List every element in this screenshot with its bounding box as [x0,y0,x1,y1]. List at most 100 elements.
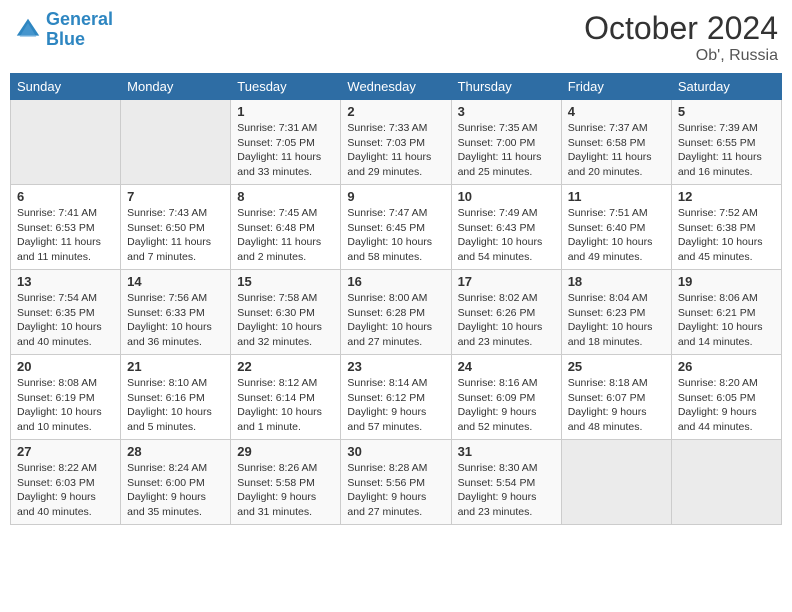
day-info: Sunrise: 8:00 AM Sunset: 6:28 PM Dayligh… [347,291,444,350]
empty-cell [121,100,231,185]
sunrise-text: Sunrise: 7:56 AM [127,292,207,304]
sunrise-text: Sunrise: 7:47 AM [347,207,427,219]
calendar-week-row: 27 Sunrise: 8:22 AM Sunset: 6:03 PM Dayl… [11,440,782,525]
sunrise-text: Sunrise: 7:51 AM [568,207,648,219]
day-number: 30 [347,444,444,459]
day-info: Sunrise: 8:08 AM Sunset: 6:19 PM Dayligh… [17,376,114,435]
calendar-day-cell: 21 Sunrise: 8:10 AM Sunset: 6:16 PM Dayl… [121,355,231,440]
sunrise-text: Sunrise: 8:08 AM [17,377,97,389]
sunset-text: Sunset: 6:03 PM [17,477,95,489]
sunrise-text: Sunrise: 8:28 AM [347,462,427,474]
empty-cell [11,100,121,185]
sunrise-text: Sunrise: 7:31 AM [237,122,317,134]
sunset-text: Sunset: 6:48 PM [237,222,315,234]
calendar-day-cell: 31 Sunrise: 8:30 AM Sunset: 5:54 PM Dayl… [451,440,561,525]
sunrise-text: Sunrise: 8:30 AM [458,462,538,474]
day-number: 15 [237,274,334,289]
day-info: Sunrise: 8:26 AM Sunset: 5:58 PM Dayligh… [237,461,334,520]
sunset-text: Sunset: 5:58 PM [237,477,315,489]
day-number: 4 [568,104,665,119]
day-info: Sunrise: 7:33 AM Sunset: 7:03 PM Dayligh… [347,121,444,180]
weekday-header: Wednesday [341,74,451,100]
calendar-day-cell: 25 Sunrise: 8:18 AM Sunset: 6:07 PM Dayl… [561,355,671,440]
sunrise-text: Sunrise: 8:26 AM [237,462,317,474]
weekday-header: Monday [121,74,231,100]
logo: General Blue [14,10,113,50]
logo-line1: General [46,9,113,29]
sunset-text: Sunset: 6:09 PM [458,392,536,404]
calendar-day-cell: 10 Sunrise: 7:49 AM Sunset: 6:43 PM Dayl… [451,185,561,270]
day-number: 10 [458,189,555,204]
day-number: 28 [127,444,224,459]
sunset-text: Sunset: 5:56 PM [347,477,425,489]
day-number: 8 [237,189,334,204]
day-number: 9 [347,189,444,204]
daylight-text: Daylight: 10 hours and 54 minutes. [458,236,543,263]
calendar-week-row: 6 Sunrise: 7:41 AM Sunset: 6:53 PM Dayli… [11,185,782,270]
calendar-day-cell: 28 Sunrise: 8:24 AM Sunset: 6:00 PM Dayl… [121,440,231,525]
daylight-text: Daylight: 9 hours and 48 minutes. [568,406,647,433]
logo-line2: Blue [46,29,85,49]
day-number: 13 [17,274,114,289]
calendar-day-cell: 6 Sunrise: 7:41 AM Sunset: 6:53 PM Dayli… [11,185,121,270]
calendar-table: SundayMondayTuesdayWednesdayThursdayFrid… [10,73,782,525]
daylight-text: Daylight: 11 hours and 2 minutes. [237,236,321,263]
sunrise-text: Sunrise: 8:14 AM [347,377,427,389]
daylight-text: Daylight: 10 hours and 18 minutes. [568,321,653,348]
sunrise-text: Sunrise: 7:58 AM [237,292,317,304]
day-number: 5 [678,104,775,119]
daylight-text: Daylight: 10 hours and 49 minutes. [568,236,653,263]
day-info: Sunrise: 8:14 AM Sunset: 6:12 PM Dayligh… [347,376,444,435]
daylight-text: Daylight: 11 hours and 25 minutes. [458,151,542,178]
day-number: 29 [237,444,334,459]
sunset-text: Sunset: 6:05 PM [678,392,756,404]
sunset-text: Sunset: 6:53 PM [17,222,95,234]
month-title: October 2024 [584,10,778,47]
day-info: Sunrise: 8:18 AM Sunset: 6:07 PM Dayligh… [568,376,665,435]
weekday-header: Sunday [11,74,121,100]
weekday-header: Friday [561,74,671,100]
day-number: 31 [458,444,555,459]
sunrise-text: Sunrise: 7:49 AM [458,207,538,219]
location-title: Ob', Russia [584,47,778,65]
logo-icon [14,16,42,44]
calendar-day-cell: 16 Sunrise: 8:00 AM Sunset: 6:28 PM Dayl… [341,270,451,355]
day-number: 26 [678,359,775,374]
daylight-text: Daylight: 9 hours and 31 minutes. [237,491,316,518]
sunset-text: Sunset: 6:28 PM [347,307,425,319]
daylight-text: Daylight: 9 hours and 52 minutes. [458,406,537,433]
sunrise-text: Sunrise: 7:37 AM [568,122,648,134]
sunrise-text: Sunrise: 7:54 AM [17,292,97,304]
day-info: Sunrise: 8:24 AM Sunset: 6:00 PM Dayligh… [127,461,224,520]
calendar-week-row: 13 Sunrise: 7:54 AM Sunset: 6:35 PM Dayl… [11,270,782,355]
sunset-text: Sunset: 7:05 PM [237,137,315,149]
day-info: Sunrise: 7:58 AM Sunset: 6:30 PM Dayligh… [237,291,334,350]
sunrise-text: Sunrise: 8:04 AM [568,292,648,304]
calendar-day-cell: 29 Sunrise: 8:26 AM Sunset: 5:58 PM Dayl… [231,440,341,525]
sunrise-text: Sunrise: 7:41 AM [17,207,97,219]
calendar-day-cell: 5 Sunrise: 7:39 AM Sunset: 6:55 PM Dayli… [671,100,781,185]
sunset-text: Sunset: 6:19 PM [17,392,95,404]
day-info: Sunrise: 8:06 AM Sunset: 6:21 PM Dayligh… [678,291,775,350]
day-info: Sunrise: 7:52 AM Sunset: 6:38 PM Dayligh… [678,206,775,265]
day-info: Sunrise: 7:39 AM Sunset: 6:55 PM Dayligh… [678,121,775,180]
calendar-week-row: 1 Sunrise: 7:31 AM Sunset: 7:05 PM Dayli… [11,100,782,185]
calendar-day-cell: 23 Sunrise: 8:14 AM Sunset: 6:12 PM Dayl… [341,355,451,440]
sunset-text: Sunset: 6:00 PM [127,477,205,489]
daylight-text: Daylight: 10 hours and 27 minutes. [347,321,432,348]
sunset-text: Sunset: 5:54 PM [458,477,536,489]
sunrise-text: Sunrise: 8:20 AM [678,377,758,389]
sunset-text: Sunset: 6:55 PM [678,137,756,149]
day-info: Sunrise: 8:20 AM Sunset: 6:05 PM Dayligh… [678,376,775,435]
sunrise-text: Sunrise: 7:43 AM [127,207,207,219]
sunrise-text: Sunrise: 7:45 AM [237,207,317,219]
empty-cell [561,440,671,525]
day-info: Sunrise: 7:49 AM Sunset: 6:43 PM Dayligh… [458,206,555,265]
calendar-day-cell: 15 Sunrise: 7:58 AM Sunset: 6:30 PM Dayl… [231,270,341,355]
daylight-text: Daylight: 10 hours and 5 minutes. [127,406,212,433]
calendar-day-cell: 18 Sunrise: 8:04 AM Sunset: 6:23 PM Dayl… [561,270,671,355]
calendar-day-cell: 12 Sunrise: 7:52 AM Sunset: 6:38 PM Dayl… [671,185,781,270]
calendar-day-cell: 30 Sunrise: 8:28 AM Sunset: 5:56 PM Dayl… [341,440,451,525]
sunset-text: Sunset: 6:21 PM [678,307,756,319]
daylight-text: Daylight: 10 hours and 10 minutes. [17,406,102,433]
